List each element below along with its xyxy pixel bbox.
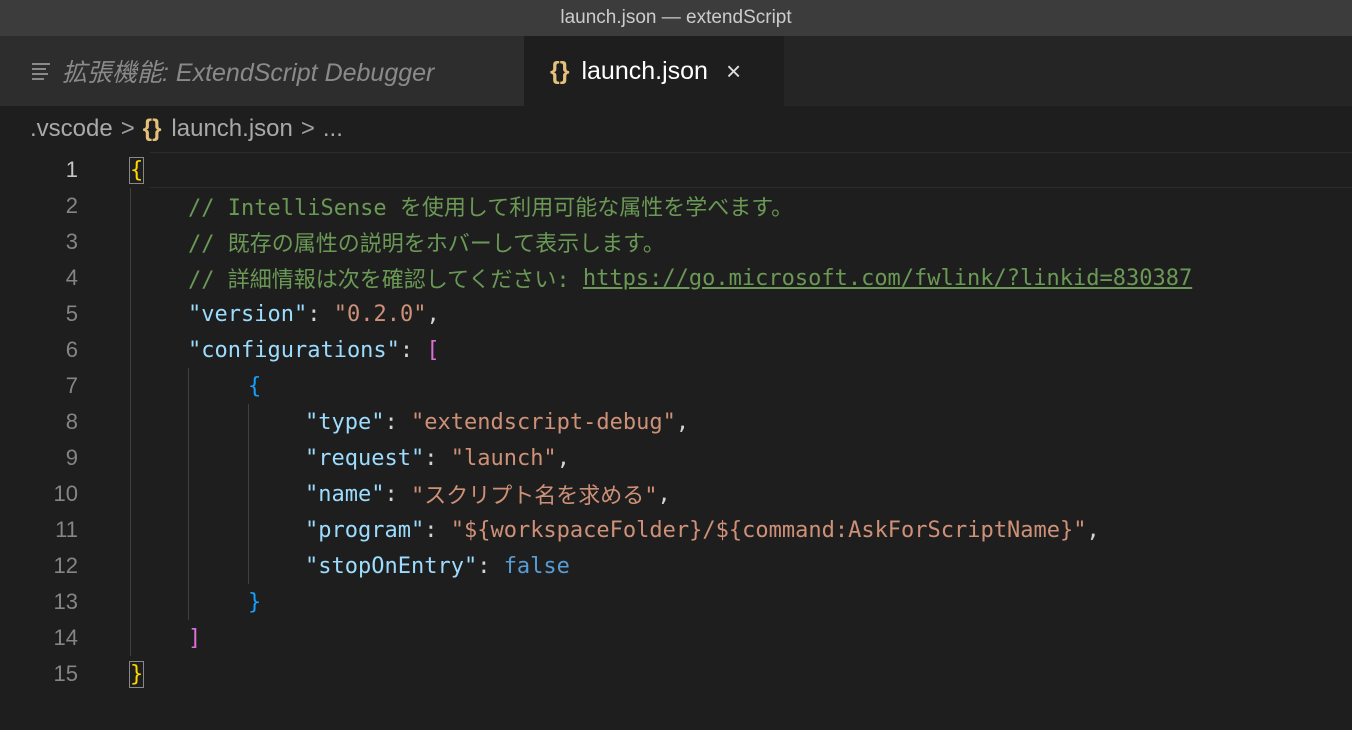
breadcrumb: .vscode > {} launch.json > ...	[0, 106, 1352, 152]
tab-label: 拡張機能: ExtendScript Debugger	[62, 59, 435, 87]
line-number: 12	[53, 553, 78, 578]
json-value: "0.2.0"	[333, 301, 427, 327]
code-line: 1 {	[0, 152, 1352, 188]
code-line: 14 ]	[0, 620, 1352, 656]
json-key: "name"	[305, 481, 385, 507]
code-line: 15 }	[0, 656, 1352, 692]
tab-launch-json[interactable]: {} launch.json ×	[524, 36, 784, 106]
comma: ,	[657, 481, 671, 507]
comma: ,	[675, 409, 690, 435]
json-boolean: false	[503, 553, 570, 579]
breadcrumb-file[interactable]: launch.json	[171, 115, 292, 143]
line-number: 1	[65, 157, 78, 182]
window-title: launch.json — extendScript	[560, 7, 792, 28]
line-number: 3	[65, 229, 78, 254]
breadcrumb-more[interactable]: ...	[323, 115, 343, 143]
line-number: 10	[53, 481, 78, 506]
comment: // 詳細情報は次を確認してください:	[188, 268, 583, 293]
tab-label: launch.json	[581, 56, 708, 85]
close-icon[interactable]: ×	[726, 56, 741, 87]
close-brace: }	[248, 589, 262, 615]
editor-window: launch.json — extendScript 拡張機能: ExtendS…	[0, 0, 1352, 730]
line-number: 13	[53, 589, 78, 614]
colon: :	[307, 301, 334, 327]
colon: :	[384, 409, 411, 435]
json-file-icon: {}	[142, 115, 162, 142]
json-value: "スクリプト名を求める"	[410, 484, 658, 509]
open-brace: {	[248, 373, 262, 399]
code-line: 11 "program" : "${workspaceFolder}/${com…	[0, 512, 1352, 548]
tab-extension-details[interactable]: 拡張機能: ExtendScript Debugger	[0, 36, 524, 106]
line-number: 15	[53, 661, 78, 686]
line-number: 9	[65, 445, 78, 470]
line-number: 7	[65, 373, 78, 398]
preview-lines-icon	[32, 63, 50, 80]
code-editor[interactable]: 1 { 2 // IntelliSense を使用して利用可能な属性を学べます。…	[0, 152, 1352, 730]
line-number: 8	[65, 409, 78, 434]
line-number: 6	[65, 337, 78, 362]
json-value: "launch"	[450, 445, 557, 471]
code-line: 8 "type" : "extendscript-debug" ,	[0, 404, 1352, 440]
code-line: 13 }	[0, 584, 1352, 620]
close-brace: }	[128, 660, 145, 688]
comma: ,	[426, 301, 440, 327]
open-bracket: [	[426, 337, 440, 363]
json-key: "configurations"	[188, 337, 400, 363]
line-number: 14	[53, 625, 78, 650]
json-key: "program"	[305, 517, 425, 543]
colon: :	[384, 481, 411, 507]
code-line: 12 "stopOnEntry" : false	[0, 548, 1352, 584]
json-file-icon: {}	[550, 56, 570, 85]
comma: ,	[1086, 517, 1100, 543]
code-line: 2 // IntelliSense を使用して利用可能な属性を学べます。	[0, 188, 1352, 224]
json-key: "request"	[305, 445, 425, 471]
code-line: 6 "configurations" : [	[0, 332, 1352, 368]
title-bar: launch.json — extendScript	[0, 0, 1352, 36]
colon: :	[424, 445, 451, 471]
code-line: 4 // 詳細情報は次を確認してください: https://go.microso…	[0, 260, 1352, 296]
line-number: 5	[65, 301, 78, 326]
json-key: "stopOnEntry"	[305, 553, 478, 579]
colon: :	[477, 553, 504, 579]
line-number: 11	[55, 517, 78, 542]
colon: :	[424, 517, 451, 543]
docs-link[interactable]: https://go.microsoft.com/fwlink/?linkid=…	[583, 266, 1192, 291]
line-number: 4	[65, 265, 78, 290]
json-value: "extendscript-debug"	[410, 409, 676, 435]
code-line: 3 // 既存の属性の説明をホバーして表示します。	[0, 224, 1352, 260]
chevron-right-icon: >	[120, 115, 135, 142]
comment: // 既存の属性の説明をホバーして表示します。	[188, 232, 665, 257]
close-bracket: ]	[188, 625, 202, 651]
json-key: "type"	[305, 409, 385, 435]
breadcrumb-folder[interactable]: .vscode	[30, 115, 113, 143]
comma: ,	[556, 445, 570, 471]
json-value: "${workspaceFolder}/${command:AskForScri…	[450, 517, 1087, 543]
chevron-right-icon: >	[300, 115, 315, 142]
comment: // IntelliSense を使用して利用可能な属性を学べます。	[188, 196, 794, 221]
open-brace: {	[128, 156, 145, 184]
code-line: 7 {	[0, 368, 1352, 404]
json-key: "version"	[188, 301, 308, 327]
colon: :	[399, 337, 427, 363]
tab-bar: 拡張機能: ExtendScript Debugger {} launch.js…	[0, 36, 1352, 106]
line-number: 2	[65, 193, 78, 218]
code-line: 10 "name" : "スクリプト名を求める" ,	[0, 476, 1352, 512]
code-line: 9 "request" : "launch" ,	[0, 440, 1352, 476]
code-line: 5 "version" : "0.2.0" ,	[0, 296, 1352, 332]
